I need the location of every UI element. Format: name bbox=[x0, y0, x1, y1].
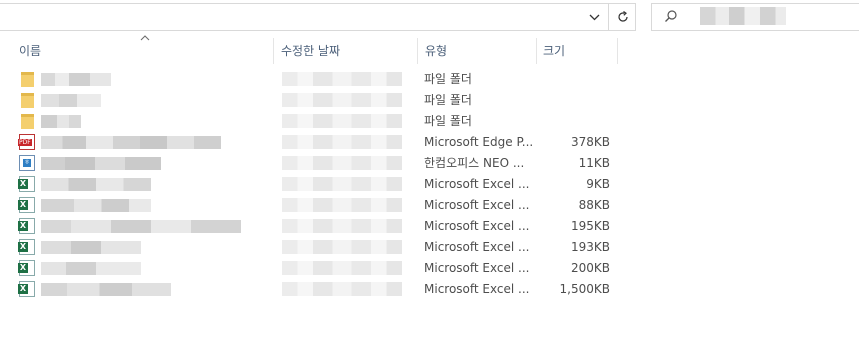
excel-file-icon: X bbox=[18, 281, 35, 297]
file-name-redacted bbox=[41, 94, 101, 107]
file-row[interactable]: ㅎ 한컴오피스 NEO ... 11KB bbox=[0, 153, 640, 174]
modified-date-redacted bbox=[282, 156, 402, 170]
excel-file-icon: X bbox=[18, 239, 35, 255]
file-size: 378KB bbox=[570, 135, 610, 149]
file-row[interactable]: 파일 폴더 bbox=[0, 90, 640, 111]
file-name-redacted bbox=[41, 241, 141, 254]
file-name-redacted bbox=[41, 73, 111, 86]
modified-date-redacted bbox=[282, 282, 402, 296]
column-divider[interactable] bbox=[536, 38, 537, 64]
modified-date-redacted bbox=[282, 177, 402, 191]
file-size: 11KB bbox=[578, 156, 610, 170]
file-type: Microsoft Edge P... bbox=[424, 135, 534, 149]
file-row[interactable]: 파일 폴더 bbox=[0, 69, 640, 90]
file-size bbox=[540, 69, 610, 90]
excel-file-icon: X bbox=[18, 176, 35, 192]
modified-date-redacted bbox=[282, 219, 402, 233]
column-header-name[interactable]: 이름 bbox=[19, 38, 41, 64]
column-divider[interactable] bbox=[273, 38, 274, 64]
folder-icon bbox=[21, 72, 34, 87]
column-header-size[interactable]: 크기 bbox=[543, 38, 565, 64]
file-name-redacted bbox=[41, 283, 171, 296]
search-icon bbox=[664, 9, 680, 25]
file-row[interactable]: 파일 폴더 bbox=[0, 111, 640, 132]
file-type: Microsoft Excel ... bbox=[424, 198, 530, 212]
folder-icon bbox=[21, 93, 34, 108]
modified-date-redacted bbox=[282, 72, 402, 86]
modified-date-redacted bbox=[282, 198, 402, 212]
search-input[interactable] bbox=[688, 8, 852, 28]
modified-date-redacted bbox=[282, 135, 402, 149]
file-size: 1,500KB bbox=[559, 282, 610, 296]
file-size: 195KB bbox=[570, 219, 610, 233]
file-name-redacted bbox=[41, 262, 141, 275]
file-row[interactable]: X Microsoft Excel ... 9KB bbox=[0, 174, 640, 195]
file-name-redacted bbox=[41, 115, 81, 128]
column-header-type[interactable]: 유형 bbox=[425, 38, 447, 64]
file-size bbox=[540, 90, 610, 111]
file-name-redacted bbox=[41, 178, 151, 191]
file-size: 200KB bbox=[570, 261, 610, 275]
modified-date-redacted bbox=[282, 261, 402, 275]
file-type: 파일 폴더 bbox=[424, 72, 472, 86]
file-row[interactable]: X Microsoft Excel ... 88KB bbox=[0, 195, 640, 216]
excel-file-icon: X bbox=[18, 218, 35, 234]
address-bar[interactable] bbox=[0, 3, 636, 31]
refresh-icon[interactable] bbox=[609, 3, 636, 31]
file-name-redacted bbox=[41, 199, 151, 212]
column-divider[interactable] bbox=[617, 38, 618, 64]
column-divider[interactable] bbox=[417, 38, 418, 64]
sort-up-icon bbox=[140, 33, 150, 44]
file-size: 9KB bbox=[586, 177, 610, 191]
modified-date-redacted bbox=[282, 93, 402, 107]
folder-icon bbox=[21, 114, 34, 129]
file-size: 88KB bbox=[578, 198, 610, 212]
column-header-modified[interactable]: 수정한 날짜 bbox=[281, 38, 340, 64]
file-size: 193KB bbox=[570, 240, 610, 254]
file-type: Microsoft Excel ... bbox=[424, 177, 530, 191]
file-type: 파일 폴더 bbox=[424, 93, 472, 107]
file-row[interactable]: X Microsoft Excel ... 200KB bbox=[0, 258, 640, 279]
file-name-redacted bbox=[41, 136, 221, 149]
file-row[interactable]: X Microsoft Excel ... 195KB bbox=[0, 216, 640, 237]
file-type: Microsoft Excel ... bbox=[424, 261, 530, 275]
modified-date-redacted bbox=[282, 240, 402, 254]
file-size bbox=[540, 111, 610, 132]
pdf-file-icon: PDF bbox=[18, 134, 35, 150]
excel-file-icon: X bbox=[18, 197, 35, 213]
file-type: Microsoft Excel ... bbox=[424, 282, 530, 296]
file-name-redacted bbox=[41, 220, 241, 233]
chevron-down-icon[interactable] bbox=[580, 3, 608, 31]
file-type: 한컴오피스 NEO ... bbox=[424, 156, 525, 170]
file-row[interactable]: PDF Microsoft Edge P... 378KB bbox=[0, 132, 640, 153]
file-name-redacted bbox=[41, 157, 161, 170]
excel-file-icon: X bbox=[18, 260, 35, 276]
file-type: 파일 폴더 bbox=[424, 114, 472, 128]
file-row[interactable]: X Microsoft Excel ... 193KB bbox=[0, 237, 640, 258]
modified-date-redacted bbox=[282, 114, 402, 128]
file-row[interactable]: X Microsoft Excel ... 1,500KB bbox=[0, 279, 640, 300]
file-type: Microsoft Excel ... bbox=[424, 240, 530, 254]
hwp-file-icon: ㅎ bbox=[19, 155, 35, 171]
file-type: Microsoft Excel ... bbox=[424, 219, 530, 233]
